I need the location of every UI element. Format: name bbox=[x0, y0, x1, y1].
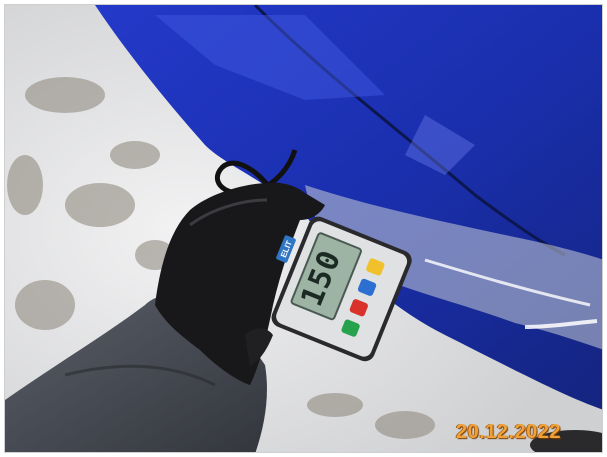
photo-scene bbox=[5, 5, 602, 452]
date-stamp: 20.12.2022 bbox=[456, 421, 562, 443]
photo: ELIT 150 bbox=[4, 4, 603, 453]
